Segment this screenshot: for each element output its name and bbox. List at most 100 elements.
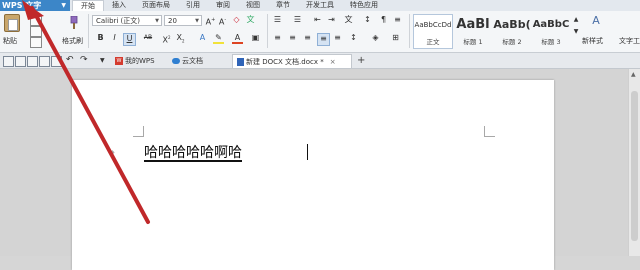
- document-icon: [237, 58, 244, 66]
- tab-view[interactable]: 视图: [238, 0, 268, 11]
- sort-icon[interactable]: ↕: [362, 15, 373, 26]
- quick-access-more-icon[interactable]: ▼: [100, 57, 105, 64]
- vertical-scrollbar[interactable]: ▲: [628, 69, 640, 256]
- style-sample: AaBbC: [532, 19, 570, 30]
- chevron-down-icon: ▼: [155, 18, 159, 24]
- align-center-icon[interactable]: ≡: [287, 33, 298, 44]
- open-icon[interactable]: [15, 56, 26, 67]
- distributed-icon[interactable]: ≡: [332, 33, 343, 44]
- tab-insert[interactable]: 插入: [104, 0, 134, 11]
- save-icon[interactable]: [3, 56, 14, 67]
- format-painter-label[interactable]: 格式刷: [62, 36, 83, 46]
- new-style-label[interactable]: 新样式: [582, 36, 603, 46]
- line-spacing-icon[interactable]: ≡: [392, 15, 403, 26]
- style-heading-2[interactable]: AaBb( 标题 2: [492, 14, 532, 49]
- format-painter-icon[interactable]: [66, 16, 80, 30]
- paragraph-marker-icon: ◆: [110, 149, 115, 156]
- cloud-icon: [172, 58, 180, 64]
- tab-developer[interactable]: 开发工具: [298, 0, 342, 11]
- chevron-down-icon: ▼: [195, 18, 199, 24]
- doc-tab-label: 云文档: [182, 57, 203, 65]
- style-sample: AaBbCcDd: [414, 21, 452, 29]
- font-name-select[interactable]: Calibri (正文) ▼: [92, 15, 162, 26]
- document-text[interactable]: 哈哈哈哈哈啊哈: [144, 142, 242, 162]
- style-sample: AaBl: [456, 17, 490, 32]
- style-name: 标题 3: [541, 38, 561, 46]
- show-marks-icon[interactable]: ¶: [378, 15, 389, 26]
- tab-references[interactable]: 引用: [178, 0, 208, 11]
- paste-label[interactable]: 粘贴: [3, 36, 17, 46]
- font-size-select[interactable]: 20 ▼: [164, 15, 202, 26]
- tab-page-layout[interactable]: 页面布局: [134, 0, 178, 11]
- bullets-icon[interactable]: ☰: [272, 15, 283, 26]
- clear-format-icon[interactable]: [30, 37, 42, 48]
- tab-review[interactable]: 审阅: [208, 0, 238, 11]
- phonetic-icon[interactable]: 文: [245, 15, 256, 26]
- cut-icon[interactable]: [30, 15, 42, 26]
- strikethrough-button[interactable]: AB: [141, 33, 155, 44]
- wps-logo-icon: W: [115, 57, 123, 65]
- justify-icon[interactable]: ≡: [317, 33, 330, 46]
- copy-icon[interactable]: [30, 26, 42, 37]
- align-left-icon[interactable]: ≡: [272, 33, 283, 44]
- export-pdf-icon[interactable]: [51, 56, 62, 67]
- tab-section[interactable]: 章节: [268, 0, 298, 11]
- underline-button[interactable]: U: [123, 33, 136, 46]
- decrease-indent-icon[interactable]: ⇤: [312, 15, 323, 26]
- document-page[interactable]: [72, 80, 554, 270]
- new-tab-icon[interactable]: +: [357, 54, 365, 68]
- new-style-icon[interactable]: A: [589, 15, 603, 27]
- clear-style-icon[interactable]: ◇: [231, 15, 242, 26]
- subscript-button[interactable]: X2: [175, 33, 186, 44]
- style-gallery-more-icon[interactable]: ▲: [571, 15, 581, 26]
- superscript-button[interactable]: X2: [161, 33, 172, 45]
- highlight-icon[interactable]: ✎: [213, 33, 224, 44]
- style-sample: AaBb(: [493, 18, 531, 31]
- font-size-value: 20: [168, 17, 177, 25]
- text-cursor: [307, 144, 308, 160]
- paste-icon[interactable]: [4, 14, 20, 32]
- scroll-up-icon[interactable]: ▲: [631, 71, 636, 78]
- chevron-down-icon: ▼: [61, 2, 66, 9]
- shrink-font-icon[interactable]: A-: [217, 15, 228, 27]
- tab-special[interactable]: 特色应用: [342, 0, 386, 11]
- margin-corner-mark: [133, 126, 144, 137]
- align-right-icon[interactable]: ≡: [302, 33, 313, 44]
- char-border-icon[interactable]: ▣: [250, 33, 261, 44]
- style-gallery-more-icon[interactable]: ▼: [571, 27, 581, 38]
- doc-tab-cloud[interactable]: 云文档: [168, 54, 207, 68]
- wps-app-menu-label: WPS 文字: [2, 1, 42, 10]
- margin-corner-mark: [484, 126, 495, 137]
- close-icon[interactable]: ×: [330, 58, 336, 66]
- style-normal[interactable]: AaBbCcDd 正文: [413, 14, 453, 49]
- line-spacing-icon[interactable]: ↕: [348, 33, 359, 44]
- style-heading-1[interactable]: AaBl 标题 1: [453, 14, 493, 49]
- undo-icon[interactable]: ↶: [66, 55, 74, 65]
- wps-app-menu-button[interactable]: WPS 文字 ▼: [0, 0, 70, 11]
- text-effect-icon[interactable]: A: [197, 33, 208, 44]
- scrollbar-thumb[interactable]: [631, 91, 638, 241]
- ribbon-separator: [88, 14, 89, 48]
- text-tools-label[interactable]: 文字工: [619, 36, 640, 46]
- redo-icon[interactable]: ↷: [80, 55, 88, 65]
- font-color-icon[interactable]: A: [232, 33, 243, 44]
- style-heading-3[interactable]: AaBbC 标题 3: [531, 14, 571, 49]
- doc-tab-current[interactable]: 新建 DOCX 文档.docx * ×: [232, 54, 352, 68]
- italic-button[interactable]: I: [109, 33, 120, 44]
- increase-indent-icon[interactable]: ⇥: [326, 15, 337, 26]
- style-name: 正文: [426, 38, 440, 46]
- borders-icon[interactable]: ⊞: [390, 33, 401, 44]
- ribbon-separator: [409, 14, 410, 48]
- style-name: 标题 2: [502, 38, 522, 46]
- chinese-layout-icon[interactable]: 文: [343, 15, 354, 26]
- style-name: 标题 1: [463, 38, 483, 46]
- doc-tab-my-wps[interactable]: W 我的WPS: [111, 54, 159, 68]
- bold-button[interactable]: B: [95, 33, 106, 44]
- font-name-value: Calibri (正文): [96, 17, 141, 25]
- shading-icon[interactable]: ◈: [370, 33, 381, 44]
- grow-font-icon[interactable]: A+: [205, 15, 216, 27]
- ribbon-tabs: 开始 插入 页面布局 引用 审阅 视图 章节 开发工具 特色应用: [72, 0, 386, 12]
- numbering-icon[interactable]: ☰: [292, 15, 303, 26]
- print-preview-icon[interactable]: [39, 56, 50, 67]
- print-icon[interactable]: [27, 56, 38, 67]
